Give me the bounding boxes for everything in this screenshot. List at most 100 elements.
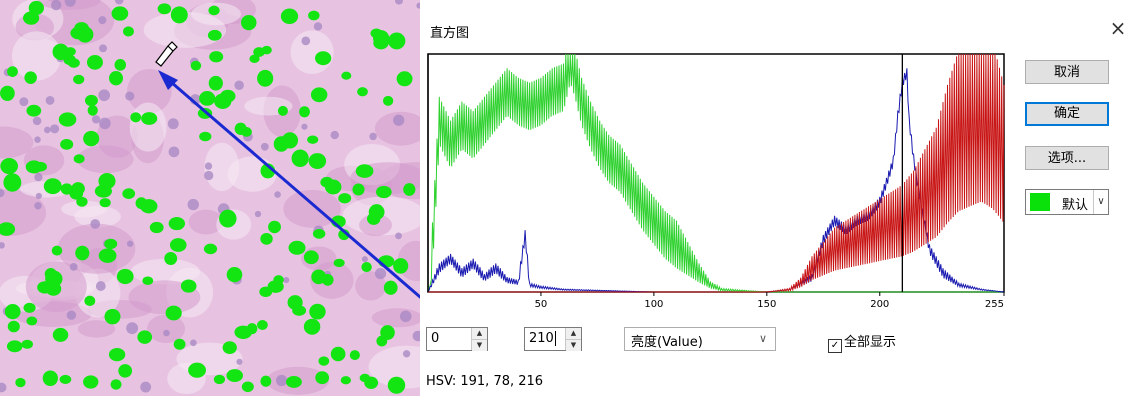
stained-nucleus (204, 170, 214, 181)
stained-nucleus (399, 310, 412, 323)
highlighted-nucleus (98, 173, 116, 190)
stained-nucleus (126, 240, 134, 247)
highlighted-nucleus (104, 238, 118, 250)
stained-nucleus (99, 117, 111, 130)
histogram-chart[interactable]: 50 100 150 200 255 (426, 52, 1008, 324)
highlighted-nucleus (135, 197, 148, 210)
low-value[interactable]: 0 (431, 331, 439, 346)
highlighted-nucleus (388, 32, 406, 50)
highlighted-nucleus (380, 325, 395, 340)
highlighted-nucleus (63, 54, 76, 66)
highlighted-nucleus (260, 232, 273, 245)
highlighted-nucleus (219, 209, 237, 228)
chevron-down-icon[interactable]: ∨ (759, 332, 767, 345)
stained-nucleus (50, 0, 62, 11)
x-tick-label: 50 (535, 299, 548, 310)
highlighted-nucleus (149, 221, 164, 234)
spin-down-icon[interactable]: ▼ (566, 339, 581, 351)
dialog-title: 直方图 (430, 26, 470, 41)
stained-nucleus (330, 130, 339, 140)
highlighted-nucleus (226, 369, 243, 383)
stained-nucleus (167, 118, 179, 130)
micrograph (0, 0, 420, 396)
highlighted-nucleus (76, 26, 94, 43)
highlighted-nucleus (373, 30, 390, 47)
options-button[interactable]: 选项... (1025, 146, 1109, 170)
highlighted-nucleus (241, 381, 254, 393)
ok-button[interactable]: 确定 (1025, 102, 1109, 126)
highlighted-nucleus (226, 266, 243, 283)
close-icon[interactable]: × (1108, 18, 1128, 38)
color-select[interactable]: 默认 ∨ (1025, 189, 1109, 215)
stained-nucleus (168, 146, 180, 158)
spin-up-icon[interactable]: ▲ (566, 328, 581, 339)
highlighted-nucleus (110, 379, 122, 390)
highlighted-nucleus (234, 325, 253, 339)
highlighted-nucleus (99, 198, 111, 208)
highlighted-nucleus (312, 228, 326, 239)
high-value-field[interactable]: 210 (529, 331, 556, 346)
highlighted-nucleus (34, 161, 47, 172)
highlighted-nucleus (104, 308, 121, 325)
highlighted-nucleus (118, 364, 133, 378)
low-value-spinner[interactable]: 0 ▲ ▼ (426, 327, 488, 351)
highlighted-nucleus (291, 149, 309, 168)
stained-nucleus (35, 192, 42, 200)
high-value[interactable]: 210 (529, 331, 554, 346)
highlighted-nucleus (84, 94, 98, 107)
spinner-buttons[interactable]: ▲ ▼ (565, 328, 581, 351)
stained-nucleus (50, 124, 60, 134)
highlighted-nucleus (311, 269, 327, 285)
high-value-spinner[interactable]: 210 ▲ ▼ (524, 327, 582, 351)
highlighted-nucleus (403, 183, 416, 196)
spin-up-icon[interactable]: ▲ (472, 328, 487, 339)
highlighted-nucleus (387, 376, 406, 394)
stained-nucleus (44, 126, 51, 134)
highlighted-nucleus (116, 268, 134, 285)
stained-nucleus (90, 219, 101, 229)
highlighted-nucleus (170, 6, 188, 24)
highlighted-nucleus (75, 245, 90, 261)
x-tick-label: 150 (757, 299, 776, 310)
spin-down-icon[interactable]: ▼ (472, 339, 487, 351)
x-tick-label: 255 (985, 299, 1004, 310)
stained-nucleus (402, 350, 411, 358)
highlighted-nucleus (51, 245, 63, 256)
cancel-button[interactable]: 取消 (1025, 60, 1109, 84)
highlighted-nucleus (7, 66, 18, 77)
highlighted-nucleus (307, 135, 319, 144)
chevron-down-icon[interactable]: ∨ (1093, 190, 1108, 214)
stained-nucleus (301, 123, 308, 130)
stained-nucleus (99, 44, 108, 53)
color-select-label: 默认 (1062, 198, 1089, 213)
highlighted-nucleus (23, 302, 36, 313)
stained-nucleus (369, 132, 377, 141)
highlighted-nucleus (220, 89, 236, 103)
show-all-checkbox[interactable]: ✓ 全部显示 (828, 331, 896, 353)
stained-nucleus (34, 136, 41, 143)
highlighted-nucleus (23, 11, 40, 25)
mode-select[interactable]: 亮度(Value) ∨ (624, 327, 776, 351)
highlighted-nucleus (71, 182, 85, 196)
stained-nucleus (395, 232, 402, 240)
highlighted-nucleus (308, 153, 327, 170)
mode-select-value: 亮度(Value) (631, 335, 703, 350)
tissue-stroma (129, 102, 167, 152)
highlighted-nucleus (26, 316, 38, 326)
highlighted-nucleus (180, 279, 197, 293)
highlighted-nucleus (123, 26, 134, 37)
stained-nucleus (19, 97, 29, 107)
highlighted-nucleus (349, 350, 360, 361)
stained-nucleus (98, 89, 111, 102)
checkbox-checked-icon[interactable]: ✓ (828, 339, 842, 353)
highlighted-nucleus (122, 188, 136, 199)
tissue-image[interactable] (0, 0, 420, 396)
highlighted-nucleus (6, 340, 23, 353)
stained-nucleus (374, 267, 387, 280)
highlighted-nucleus (43, 178, 62, 195)
highlighted-nucleus (86, 54, 103, 70)
highlighted-nucleus (109, 71, 123, 86)
spinner-buttons[interactable]: ▲ ▼ (471, 328, 487, 351)
highlighted-nucleus (60, 183, 73, 195)
highlighted-nucleus (260, 375, 272, 387)
